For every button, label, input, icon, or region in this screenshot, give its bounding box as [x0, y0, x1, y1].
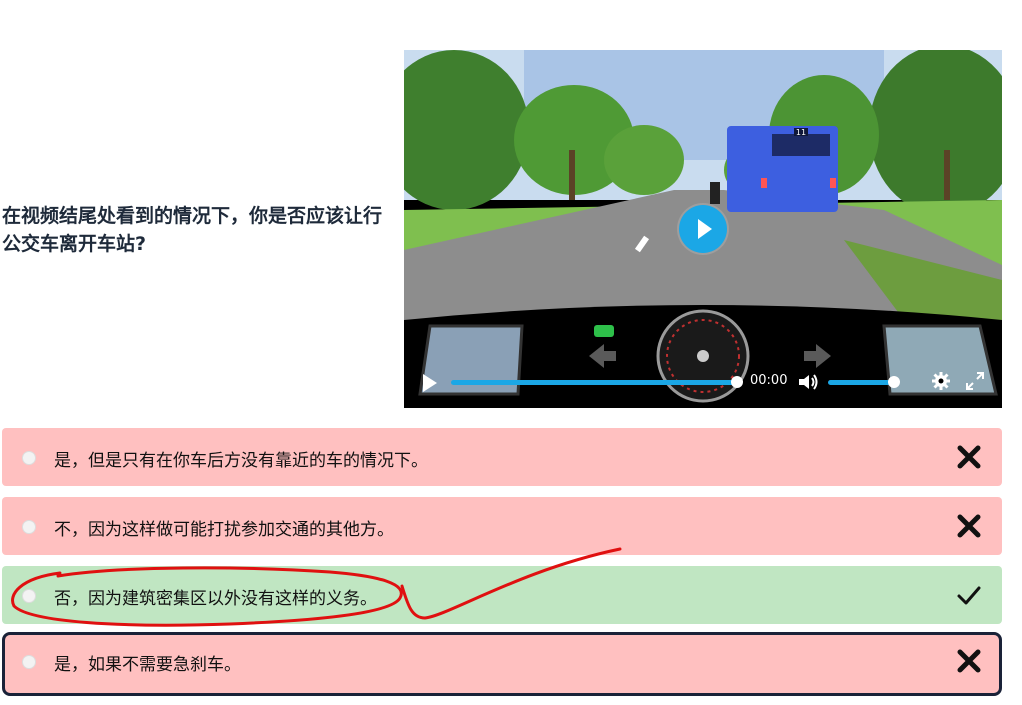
- volume-slider[interactable]: [828, 376, 900, 388]
- cross-icon: [957, 649, 981, 673]
- question-text: 在视频结尾处看到的情况下，你是否应该让行公交车离开车站?: [2, 205, 383, 255]
- volume-icon[interactable]: [797, 373, 819, 391]
- video-player[interactable]: 11 00:00: [404, 50, 1002, 408]
- gear-icon[interactable]: [932, 372, 950, 390]
- answer-option-3[interactable]: 否，因为建筑密集区以外没有这样的义务。: [2, 566, 1002, 624]
- answer-text: 是，如果不需要急刹车。: [54, 655, 241, 675]
- cross-icon: [957, 445, 981, 469]
- answer-text: 不，因为这样做可能打扰参加交通的其他方。: [54, 520, 394, 540]
- radio-button[interactable]: [22, 451, 36, 465]
- play-icon[interactable]: [423, 374, 437, 392]
- time-display: 00:00: [750, 373, 788, 388]
- radio-button[interactable]: [22, 589, 36, 603]
- check-icon: [957, 586, 981, 605]
- progress-bar[interactable]: [451, 376, 743, 388]
- volume-knob[interactable]: [888, 376, 900, 388]
- progress-knob[interactable]: [731, 376, 743, 388]
- answer-option-2[interactable]: 不，因为这样做可能打扰参加交通的其他方。: [2, 497, 1002, 555]
- answer-text: 否，因为建筑密集区以外没有这样的义务。: [54, 589, 377, 609]
- cross-icon: [957, 514, 981, 538]
- answer-option-4[interactable]: 是，如果不需要急刹车。: [2, 632, 1002, 696]
- answer-text: 是，但是只有在你车后方没有靠近的车的情况下。: [54, 451, 428, 471]
- radio-button[interactable]: [22, 655, 36, 669]
- answer-option-1[interactable]: 是，但是只有在你车后方没有靠近的车的情况下。: [2, 428, 1002, 486]
- bus-number: 11: [796, 128, 806, 137]
- video-controls: 00:00: [404, 368, 1002, 396]
- big-play-button[interactable]: [679, 205, 727, 253]
- radio-button[interactable]: [22, 520, 36, 534]
- fullscreen-icon[interactable]: [966, 372, 984, 390]
